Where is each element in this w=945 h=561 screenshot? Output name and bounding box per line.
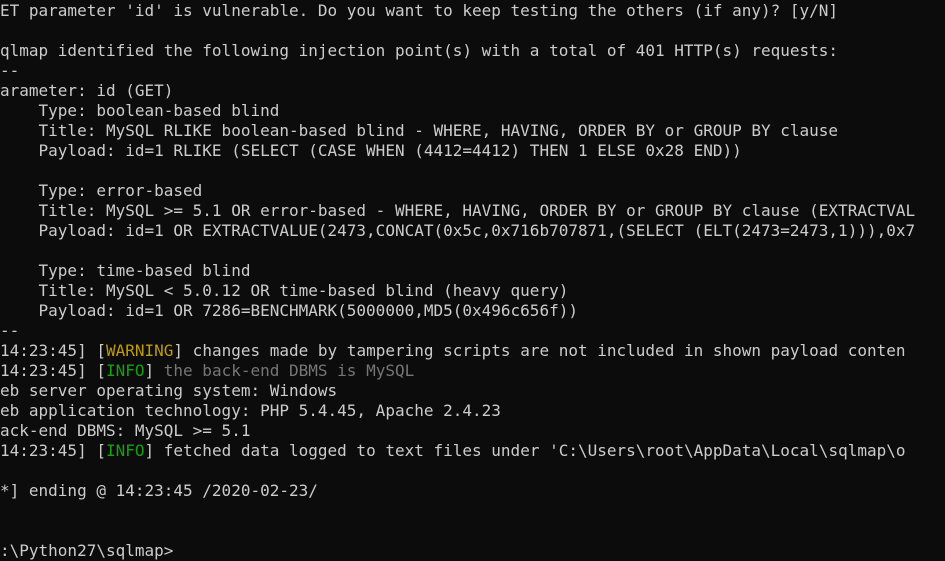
terminal-window[interactable]: ET parameter 'id' is vulnerable. Do you … [0,0,945,561]
separator-top: -- [0,61,20,80]
separator-bottom: -- [0,321,20,340]
log-timestamp: 14:23:45] [0,341,87,360]
log-line-info-fetched: 14:23:45] [INFO] fetched data logged to … [0,441,906,460]
injection-payload-error: Payload: id=1 OR EXTRACTVALUE(2473,CONCA… [0,221,916,240]
log-timestamp: 14:23:45] [0,361,87,380]
ending-line: *] ending @ 14:23:45 /2020-02-23/ [0,481,318,500]
test-others-question: ET parameter 'id' is vulnerable. Do you … [0,1,839,20]
log-line-warning: 14:23:45] [WARNING] changes made by tamp… [0,341,906,360]
log-level-info: INFO [105,441,145,460]
injection-title-error: Title: MySQL >= 5.1 OR error-based - WHE… [0,201,916,220]
log-line-info-dbms: 14:23:45] [INFO] the back-end DBMS is My… [0,361,415,380]
injection-type-boolean: Type: boolean-based blind [0,101,280,120]
command-prompt[interactable]: :\Python27\sqlmap> [0,541,173,561]
log-level-info: INFO [105,361,145,380]
injection-payload-time: Payload: id=1 OR 7286=BENCHMARK(5000000,… [0,301,578,320]
log-level-warning: WARNING [105,341,174,360]
injection-type-error: Type: error-based [0,181,203,200]
log-message: changes made by tampering scripts are no… [183,341,906,360]
backend-dbms-line: ack-end DBMS: MySQL >= 5.1 [0,421,251,440]
injection-title-time: Title: MySQL < 5.0.12 OR time-based blin… [0,281,569,300]
log-timestamp: 14:23:45] [0,441,87,460]
injection-title-boolean: Title: MySQL RLIKE boolean-based blind -… [0,121,839,140]
injection-summary-header: qlmap identified the following injection… [0,41,839,60]
injection-type-time: Type: time-based blind [0,261,251,280]
app-technology-line: eb application technology: PHP 5.4.45, A… [0,401,501,420]
log-message: fetched data logged to text files under … [154,441,906,460]
log-message: the back-end DBMS is MySQL [154,361,415,380]
injection-payload-boolean: Payload: id=1 RLIKE (SELECT (CASE WHEN (… [0,141,742,160]
server-os-line: eb server operating system: Windows [0,381,338,400]
parameter-line: arameter: id (GET) [0,81,174,100]
